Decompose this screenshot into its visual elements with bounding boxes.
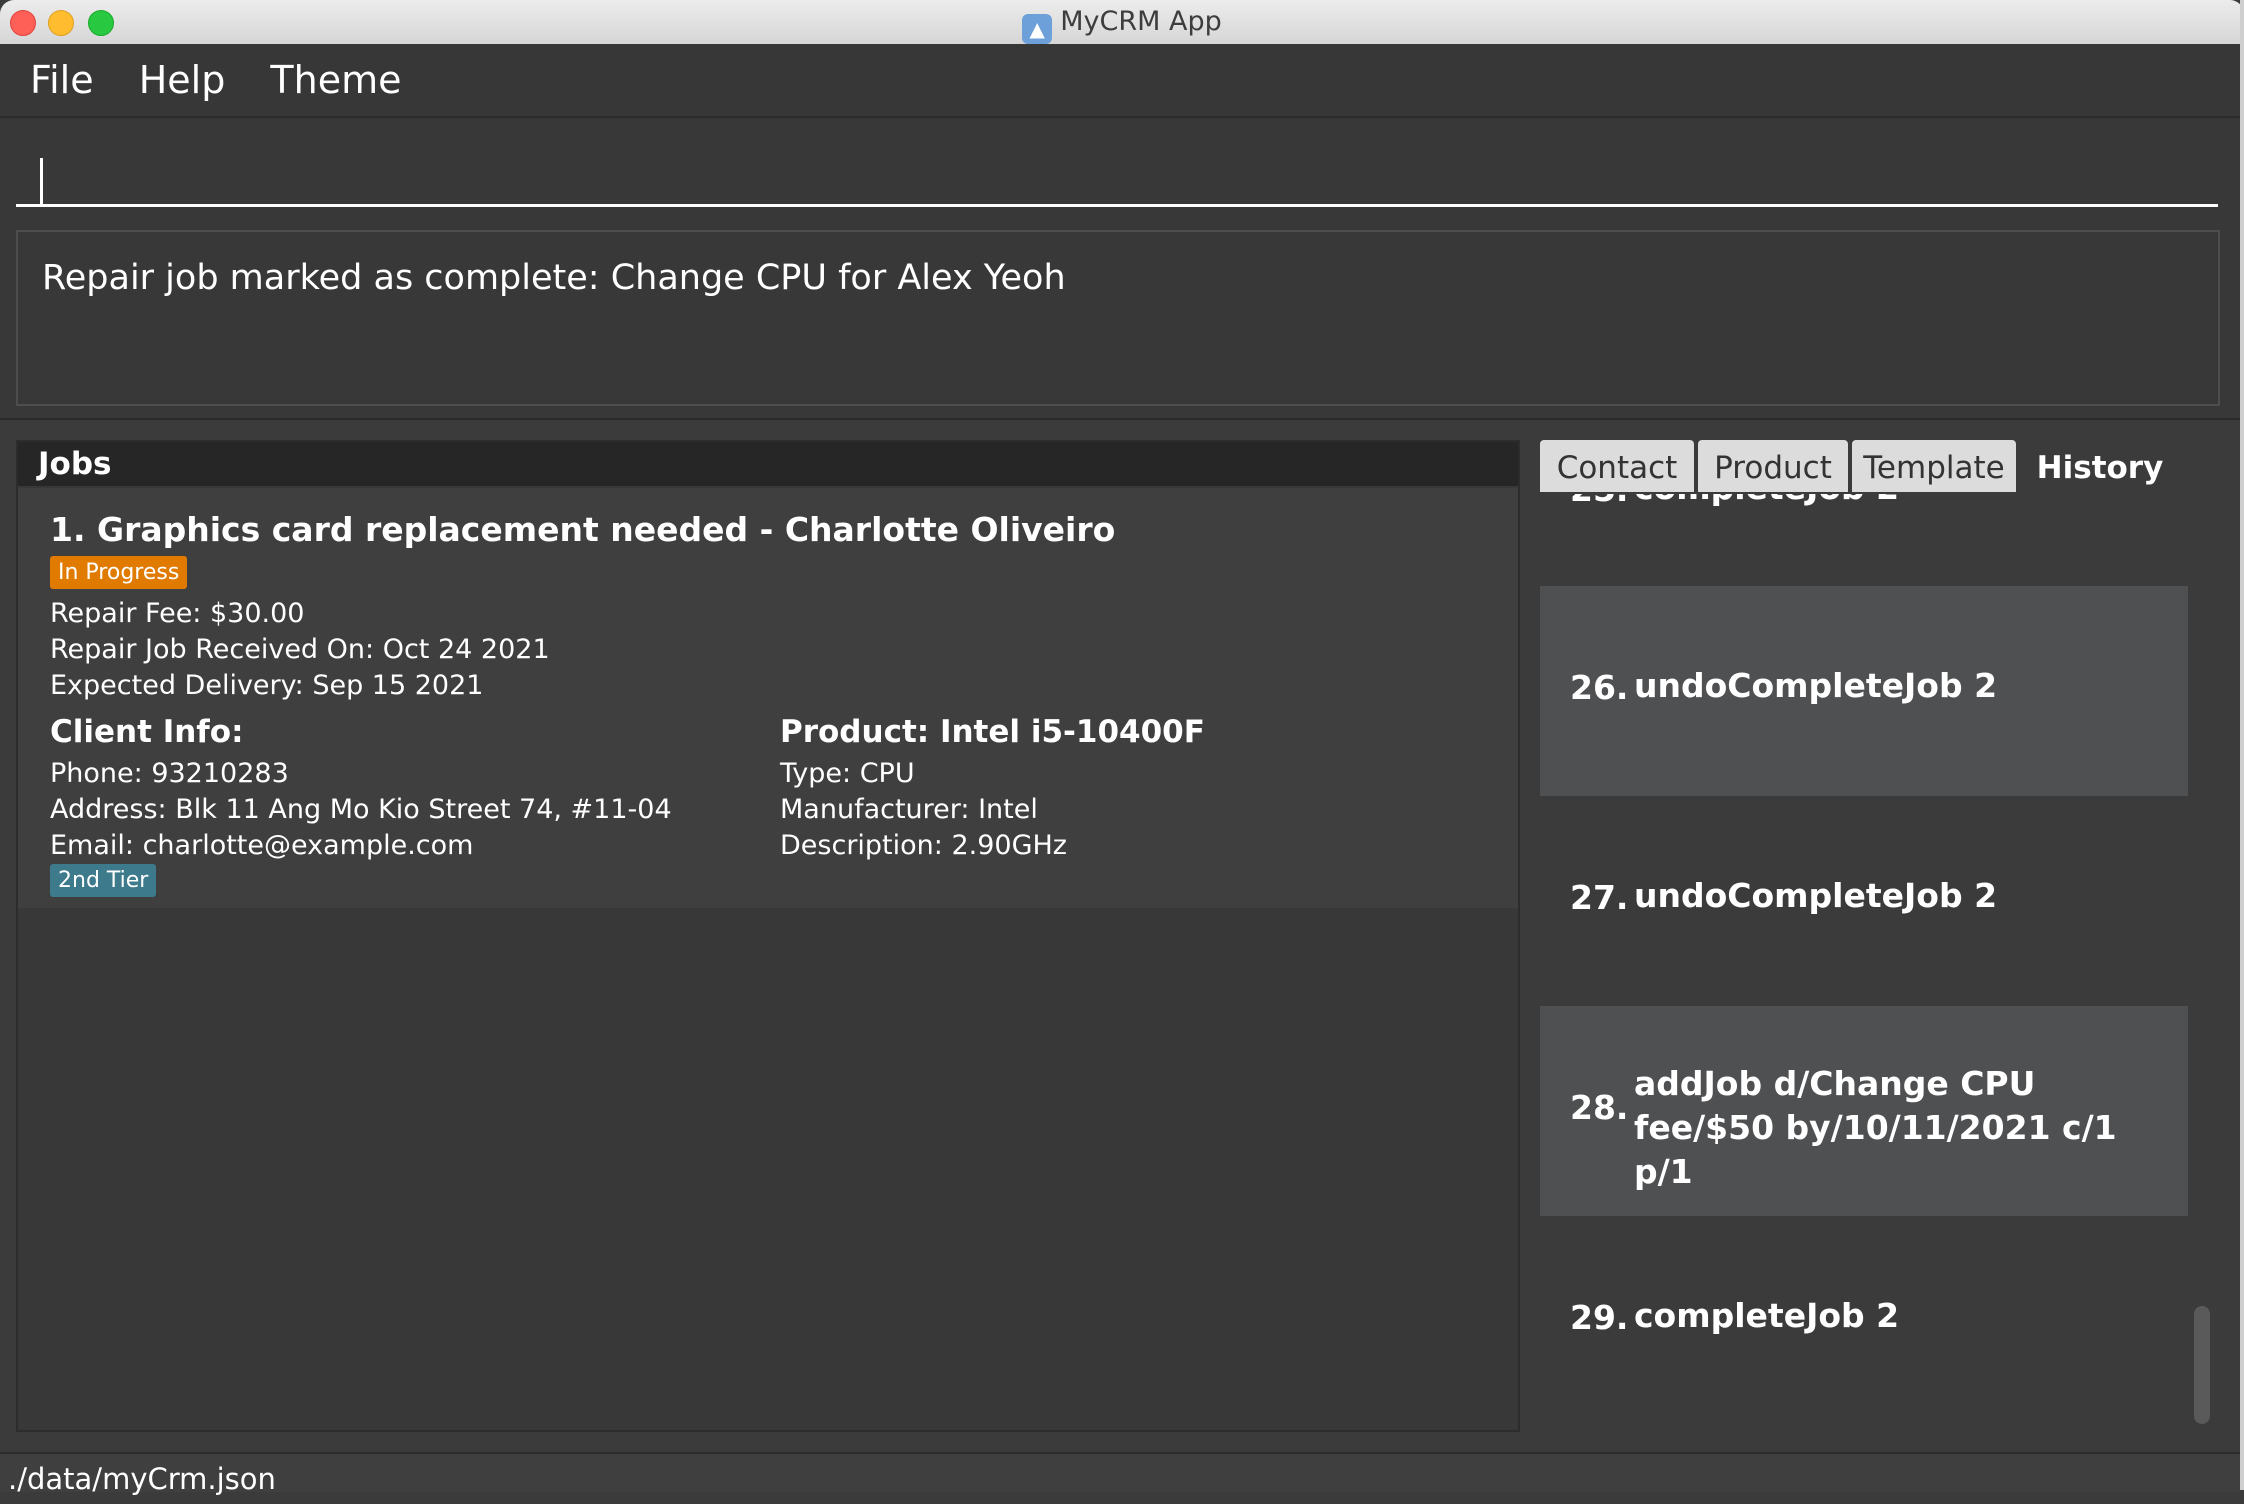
data-file-path: ./data/myCrm.json (8, 1462, 276, 1496)
history-item-number: 28. (1570, 1088, 1629, 1127)
history-item[interactable]: 27. undoCompleteJob 2 (1540, 796, 2188, 1006)
history-item-text: addJob d/Change CPU fee/$50 by/10/11/202… (1634, 1064, 2117, 1191)
job-title: 1. Graphics card replacement needed - Ch… (50, 510, 1116, 549)
result-display: Repair job marked as complete: Change CP… (16, 230, 2220, 406)
history-item-text: completeJob 2 (1634, 494, 2174, 510)
history-item-text: completeJob 2 (1634, 1296, 1900, 1335)
history-item-text: undoCompleteJob 2 (1634, 666, 1998, 705)
history-item[interactable]: 25. completeJob 2 (1540, 494, 2188, 586)
jobs-header: Jobs (18, 442, 1518, 486)
client-email: Email: charlotte@example.com (50, 830, 474, 861)
command-area: Repair job marked as complete: Change CP… (0, 118, 2240, 418)
result-message: Repair job marked as complete: Change CP… (42, 258, 1066, 298)
history-item-text: undoCompleteJob 2 (1634, 876, 1998, 915)
history-item-number: 26. (1570, 668, 1629, 707)
history-item-number: 29. (1570, 1298, 1629, 1337)
history-item[interactable]: 29. completeJob 2 (1540, 1216, 2188, 1426)
status-bar: ./data/myCrm.json (0, 1452, 2240, 1496)
window-title-text: MyCRM App (1060, 6, 1222, 37)
history-item[interactable]: 28. addJob d/Change CPU fee/$50 by/10/11… (1540, 1006, 2188, 1216)
repair-fee: Repair Fee: $30.00 (50, 598, 305, 629)
panel-divider (0, 418, 2240, 420)
product-manufacturer: Manufacturer: Intel (780, 794, 1038, 825)
product-type: Type: CPU (780, 758, 915, 789)
menu-file[interactable]: File (30, 44, 94, 116)
tab-product[interactable]: Product (1698, 440, 1848, 492)
jobs-panel: Jobs 1. Graphics card replacement needed… (16, 440, 1520, 1432)
menubar: File Help Theme (0, 44, 2240, 118)
menu-help[interactable]: Help (139, 44, 226, 116)
history-list[interactable]: 25. completeJob 2 26. undoCompleteJob 2 … (1540, 494, 2188, 1430)
job-card[interactable]: 1. Graphics card replacement needed - Ch… (18, 488, 1518, 908)
window-title: ▲ MyCRM App (0, 4, 2244, 44)
app-icon: ▲ (1022, 14, 1053, 44)
window-titlebar: ▲ MyCRM App (0, 0, 2244, 45)
history-item-number: 27. (1570, 878, 1629, 917)
client-address: Address: Blk 11 Ang Mo Kio Street 74, #1… (50, 794, 672, 825)
jobs-header-label: Jobs (38, 446, 112, 482)
status-badge: In Progress (50, 556, 188, 589)
tab-template[interactable]: Template (1852, 440, 2016, 492)
history-scrollbar[interactable] (2194, 1306, 2210, 1424)
product-description: Description: 2.90GHz (780, 830, 1067, 861)
command-input[interactable] (16, 134, 2218, 207)
window-edge (2240, 0, 2244, 1490)
product-heading: Product: Intel i5-10400F (780, 714, 1205, 750)
expected-delivery: Expected Delivery: Sep 15 2021 (50, 670, 484, 701)
tabbed-panel: Contact Product Template History 25. com… (1536, 440, 2218, 1430)
client-phone: Phone: 93210283 (50, 758, 289, 789)
client-info-heading: Client Info: (50, 714, 244, 750)
tier-badge: 2nd Tier (50, 864, 157, 897)
received-date: Repair Job Received On: Oct 24 2021 (50, 634, 550, 665)
tab-history[interactable]: History (2020, 440, 2180, 492)
tab-contact[interactable]: Contact (1540, 440, 1694, 492)
text-cursor (40, 158, 43, 206)
history-item-number: 25. (1570, 494, 1628, 509)
menu-theme[interactable]: Theme (270, 44, 401, 116)
history-item[interactable]: 26. undoCompleteJob 2 (1540, 586, 2188, 796)
